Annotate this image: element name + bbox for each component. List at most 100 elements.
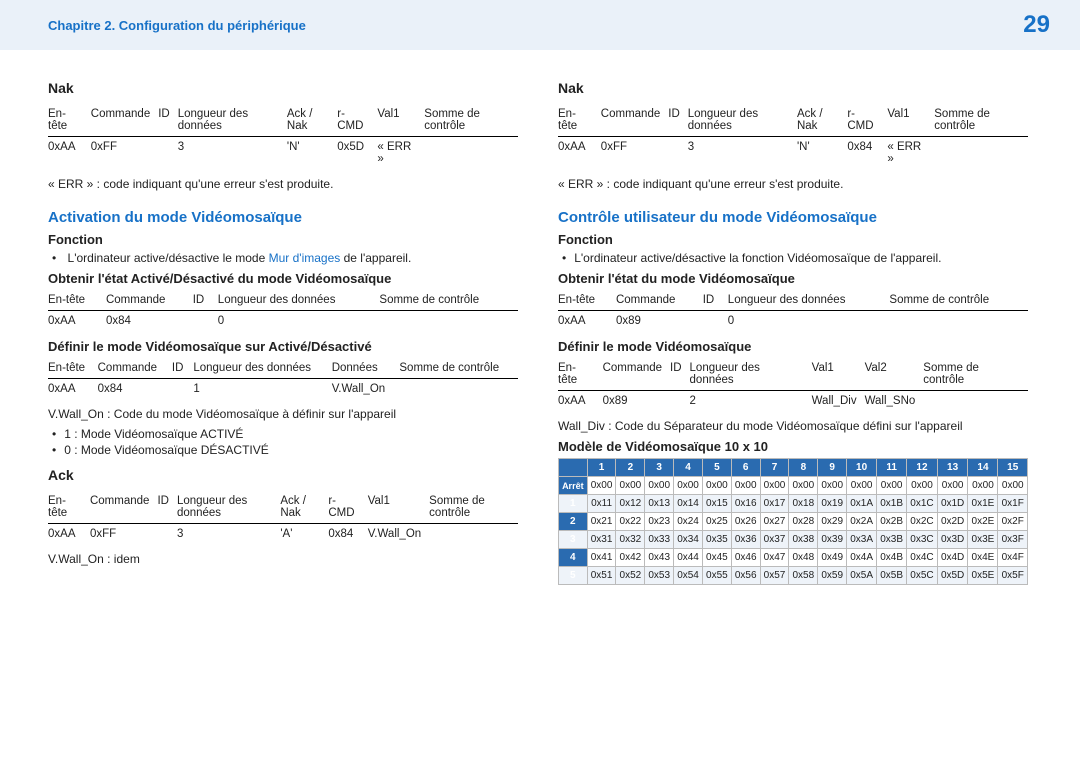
table-header-cell: En-tête [48,104,91,137]
table-cell: 0x84 [106,311,193,332]
grid-cell: 0x00 [731,477,760,495]
grid-cell: 0x00 [937,477,968,495]
grid-cell: 0x36 [731,531,760,549]
right-column: Nak En-têteCommandeIDLongueur des donnée… [558,80,1028,585]
grid-cell: 0x5F [998,567,1028,585]
table-header-cell: Somme de contrôle [429,491,518,524]
table-cell: 'N' [287,137,337,170]
table-cell: V.Wall_On [332,379,400,400]
left-fn-text: L'ordinateur active/désactive le mode Mu… [52,251,518,265]
table-header-cell: Longueur des données [688,104,797,137]
table-header-cell: ID [670,358,690,391]
table-header-cell: ID [172,358,193,379]
grid-cell: 0x00 [616,477,645,495]
grid-cell: 0x00 [645,477,674,495]
grid-cell: 0x1F [998,495,1028,513]
grid-cell: 0x14 [674,495,703,513]
grid-cell: 0x5B [877,567,907,585]
table-header-cell: Somme de contrôle [399,358,518,379]
fn-post: de l'appareil. [340,251,411,265]
table-cell [429,524,518,545]
ctrl-heading: Contrôle utilisateur du mode Vidéomosaïq… [558,209,1028,226]
grid-cell: 0x59 [818,567,847,585]
grid-col-header: 14 [968,459,998,477]
grid-cell: 0x00 [998,477,1028,495]
grid-cell: 0x4C [907,549,938,567]
grid-cell: 0x37 [760,531,789,549]
grid-cell: 0x58 [789,567,818,585]
grid-cell: 0x5D [937,567,968,585]
grid-row: 20x210x220x230x240x250x260x270x280x290x2… [559,513,1028,531]
grid-col-header: 5 [702,459,731,477]
grid-cell: 0x00 [907,477,938,495]
grid-cell: 0x2D [937,513,968,531]
grid-cell: 0x33 [645,531,674,549]
grid-col-header: 12 [907,459,938,477]
grid-cell: 0x3C [907,531,938,549]
table-cell: 0x84 [847,137,887,170]
table-header-cell: Commande [90,491,157,524]
table-cell: 0x84 [328,524,367,545]
table-cell: 0xFF [601,137,668,170]
grid-cell: 0x5A [847,567,877,585]
grid-cell: 0x55 [702,567,731,585]
grid-col-header: 1 [587,459,616,477]
table-cell [158,137,178,170]
grid-col-header: 10 [847,459,877,477]
table-header-cell: Somme de contrôle [889,290,1028,311]
table-header-cell: En-tête [558,358,603,391]
table-header-cell: Ack / Nak [287,104,337,137]
grid-row: 50x510x520x530x540x550x560x570x580x590x5… [559,567,1028,585]
grid-cell: 0x4B [877,549,907,567]
grid-cell: 0x00 [760,477,789,495]
grid-cell: 0x46 [731,549,760,567]
table-cell: 0xAA [48,137,91,170]
grid-model-table: 123456789101112131415 Arrêt0x000x000x000… [558,458,1028,585]
grid-col-header: 8 [789,459,818,477]
grid-cell: 0x32 [616,531,645,549]
grid-cell: 0x56 [731,567,760,585]
right-fn-heading: Fonction [558,232,1028,247]
table-cell [923,391,1028,412]
grid-cell: 0x2C [907,513,938,531]
grid-cell: 0x11 [587,495,616,513]
grid-col-header: 11 [877,459,907,477]
grid-cell: 0x43 [645,549,674,567]
grid-cell: 0x2F [998,513,1028,531]
table-cell: « ERR » [377,137,424,170]
grid-col-header: 2 [616,459,645,477]
table-cell: 0xAA [48,524,90,545]
table-cell: 0xAA [48,311,106,332]
table-cell [889,311,1028,332]
table-header-cell: Commande [106,290,193,311]
table-header-cell: Ack / Nak [797,104,847,137]
grid-cell: 0x4A [847,549,877,567]
grid-cell: 0x21 [587,513,616,531]
table-header-cell: r-CMD [847,104,887,137]
grid-cell: 0x44 [674,549,703,567]
grid-cell: 0x26 [731,513,760,531]
table-cell: 0 [218,311,380,332]
table-cell [379,311,518,332]
table-header-cell: Longueur des données [728,290,890,311]
grid-col-header: 9 [818,459,847,477]
grid-corner-cell [559,459,588,477]
table-cell [193,311,218,332]
mur-images-link[interactable]: Mur d'images [269,251,341,265]
grid-cell: 0x12 [616,495,645,513]
table-cell: 0x89 [616,311,703,332]
activation-heading: Activation du mode Vidéomosaïque [48,209,518,226]
grid-cell: 0x00 [818,477,847,495]
table-header-cell: Commande [601,104,668,137]
left-get-table: En-têteCommandeIDLongueur des donnéesSom… [48,290,518,331]
grid-cell: 0x00 [587,477,616,495]
table-cell: 0xAA [48,379,98,400]
grid-cell: 0x48 [789,549,818,567]
table-cell [703,311,728,332]
grid-cell: 0x27 [760,513,789,531]
grid-row-label: 5 [559,567,588,585]
table-cell: 3 [177,524,280,545]
left-column: Nak En-têteCommandeIDLongueur des donnée… [48,80,518,585]
grid-cell: 0x57 [760,567,789,585]
table-cell [670,391,690,412]
